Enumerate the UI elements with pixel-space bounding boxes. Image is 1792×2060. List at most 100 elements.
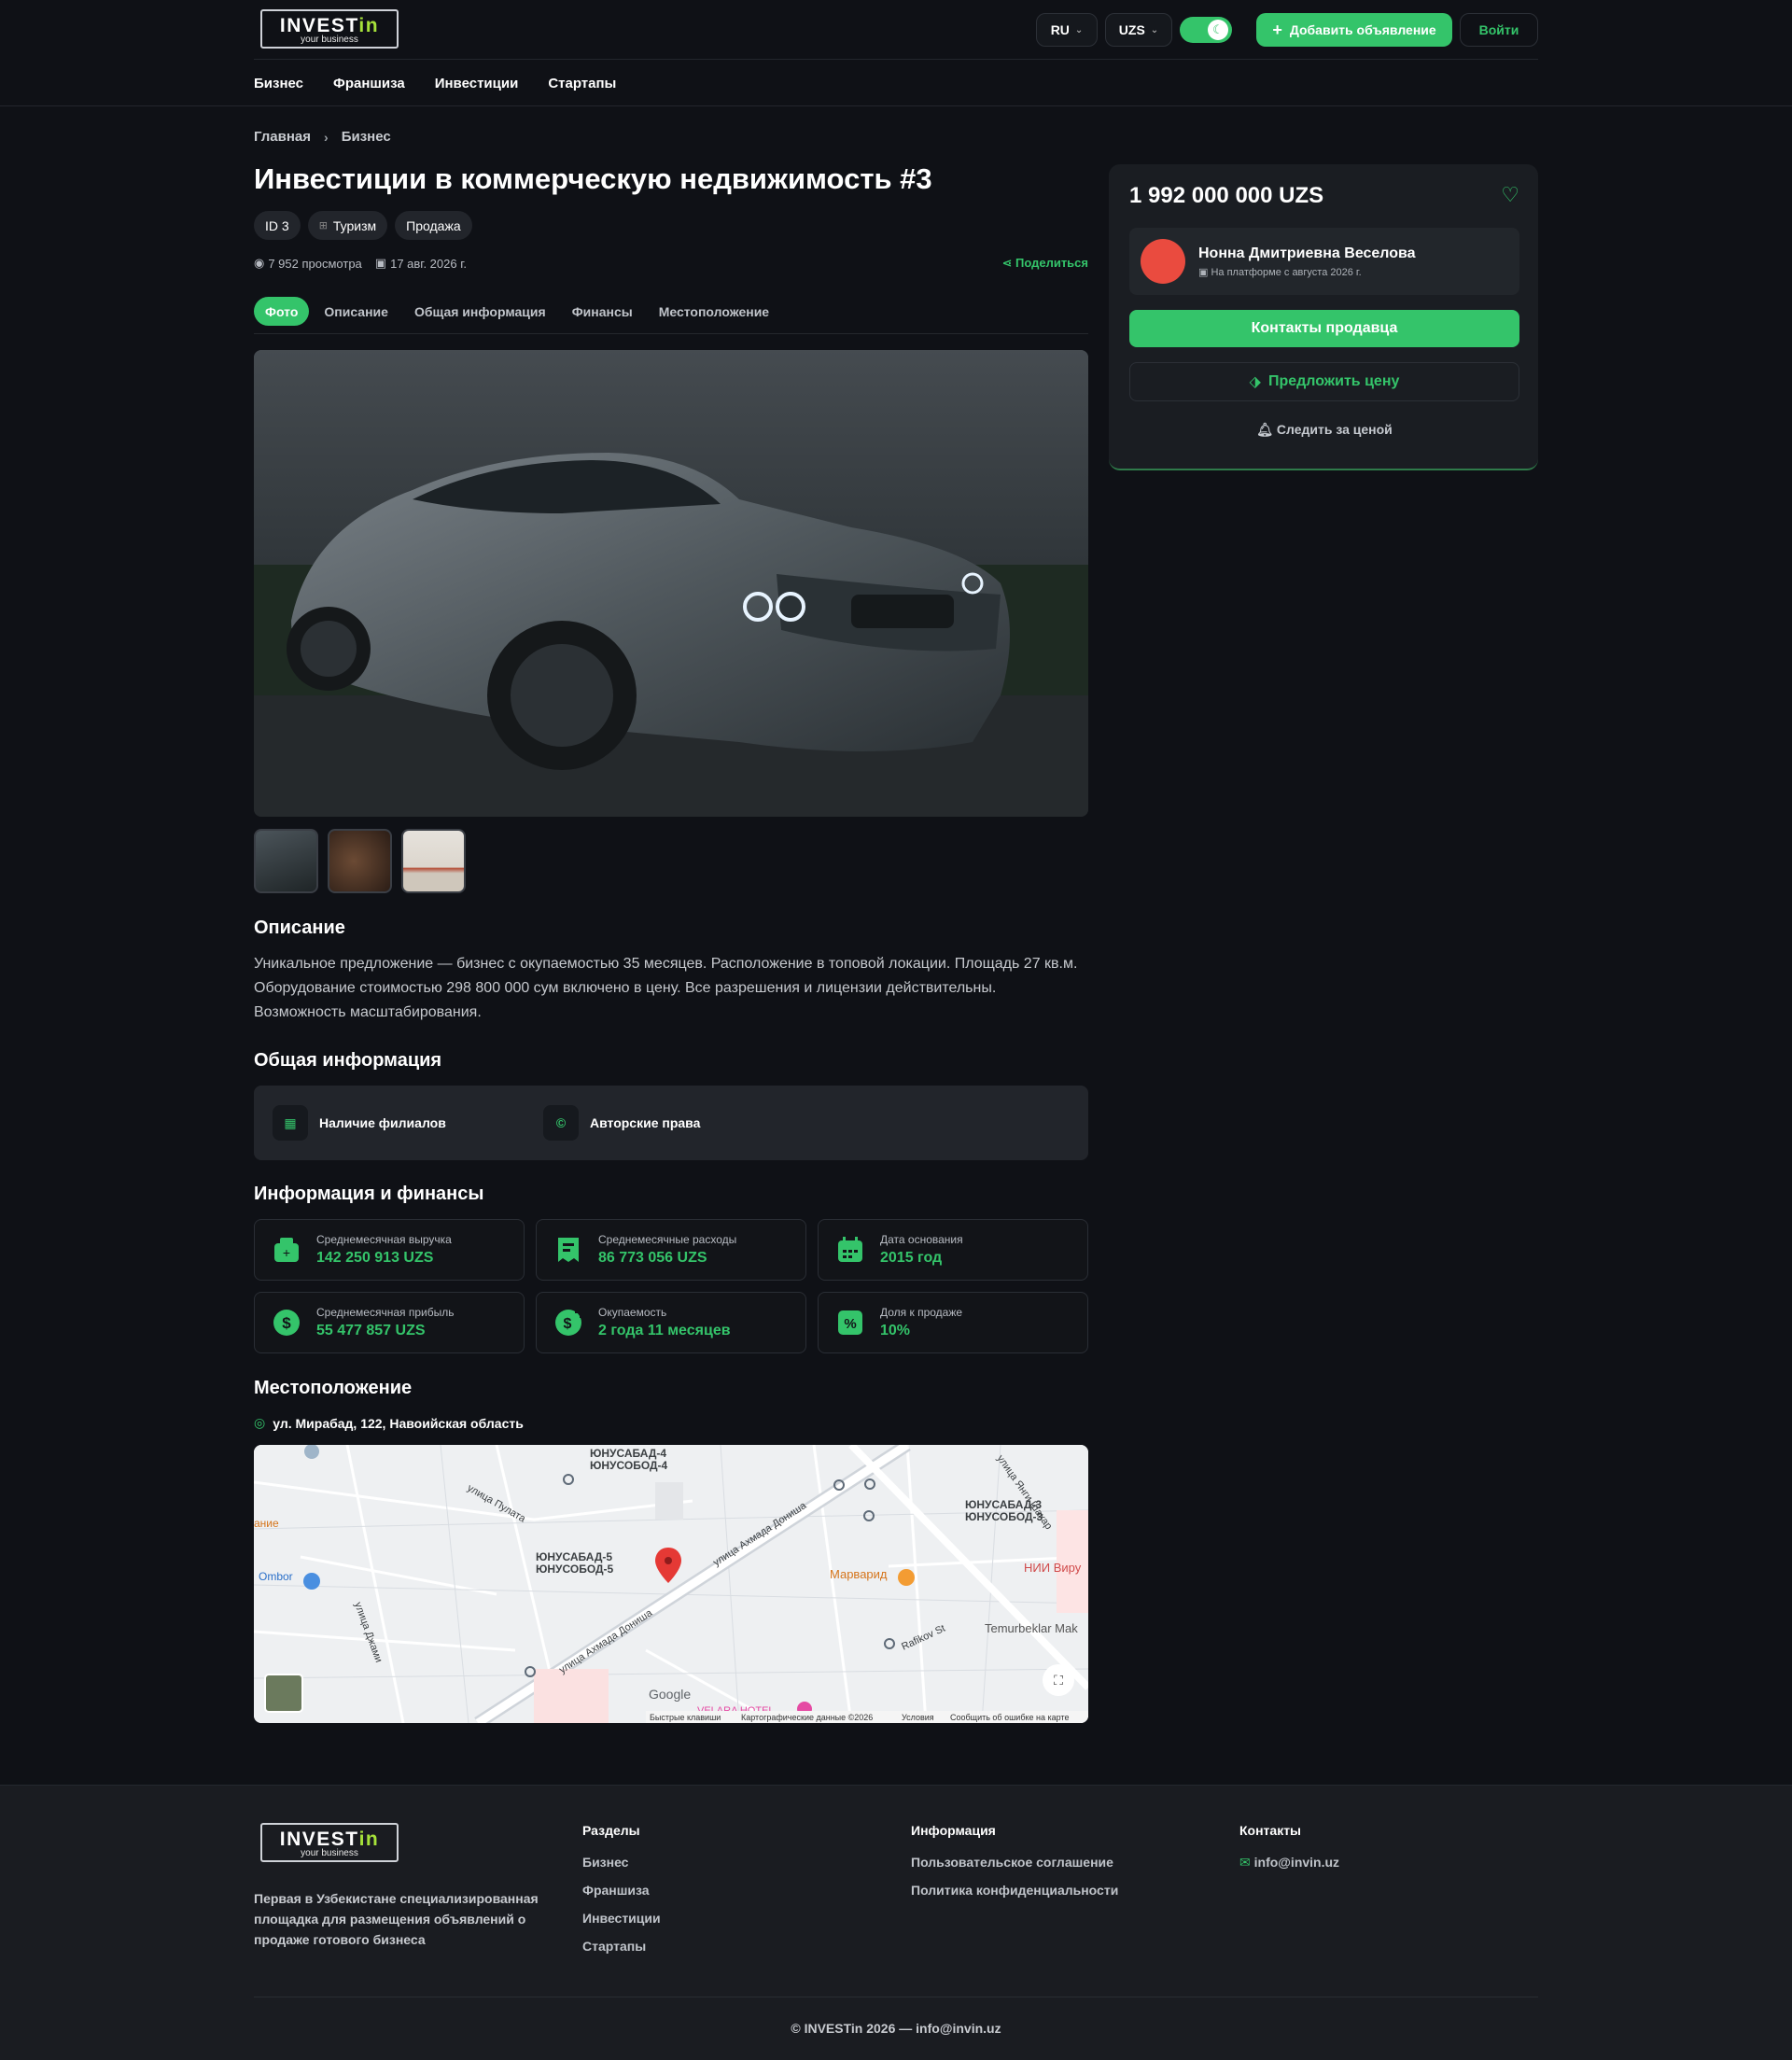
share-button[interactable]: ⋖ Поделиться: [997, 256, 1088, 271]
watch-price-button[interactable]: 🔔︎ Следить за ценой: [1129, 422, 1519, 438]
footer-link-franchise[interactable]: Франшиза: [582, 1883, 661, 1898]
theme-toggle[interactable]: ☾: [1180, 17, 1232, 43]
svg-text:Google: Google: [649, 1687, 691, 1702]
footer-email[interactable]: ✉ info@invin.uz: [1239, 1855, 1339, 1871]
svg-text:Марварид: Марварид: [830, 1567, 888, 1581]
svg-text:$: $: [282, 1314, 291, 1332]
footer-link-business[interactable]: Бизнес: [582, 1855, 661, 1870]
tab-general-info[interactable]: Общая информация: [414, 297, 546, 326]
tab-finance[interactable]: Финансы: [572, 297, 633, 326]
payback-value: 2 года 11 месяцев: [598, 1323, 731, 1338]
views-count: 7 952 просмотра: [268, 256, 362, 271]
page-title: Инвестиции в коммерческую недвижимость #…: [254, 162, 932, 195]
svg-text:Ombor: Ombor: [259, 1570, 293, 1583]
top-bar: INVESTin your business RU ⌄ UZS ⌄ ☾ + Добав…: [0, 0, 1792, 106]
chevron-down-icon: ⌄: [1074, 24, 1084, 35]
share-icon: ⋖: [1001, 256, 1015, 270]
thumbnail-room[interactable]: [401, 829, 466, 893]
logo[interactable]: INVESTin your business: [260, 9, 399, 49]
building-icon: ▦: [273, 1105, 308, 1141]
svg-text:ЮНУСОБОД-5: ЮНУСОБОД-5: [536, 1563, 614, 1576]
header-row: INVESTin your business RU ⌄ UZS ⌄ ☾ + Добав…: [254, 0, 1538, 60]
main-photo[interactable]: [254, 350, 1088, 817]
payback-label: Окупаемость: [598, 1306, 667, 1319]
tag-icon: ⬗: [1249, 374, 1261, 390]
profit-label: Среднемесячная прибыль: [316, 1306, 455, 1319]
footer-sections-title: Разделы: [582, 1823, 640, 1838]
login-button[interactable]: Войти: [1460, 13, 1538, 47]
listing-date: 17 авг. 2026 г.: [390, 256, 467, 271]
footer: INVESTin your business Первая в Узбекист…: [0, 1785, 1792, 2060]
seller-since: ▣ На платформе с августа 2026 г.: [1198, 266, 1416, 278]
footer-contacts-title: Контакты: [1239, 1823, 1302, 1838]
avatar: [1141, 239, 1185, 284]
svg-text:+: +: [283, 1245, 290, 1260]
svg-text:Temurbeklar Mak: Temurbeklar Mak: [985, 1621, 1078, 1635]
id-tag: ID 3: [254, 211, 301, 240]
breadcrumb: Главная › Бизнес: [254, 129, 391, 145]
footer-link-terms[interactable]: Пользовательское соглашение: [911, 1855, 1118, 1870]
svg-text:ЮНУСАБАД-5: ЮНУСАБАД-5: [536, 1550, 612, 1563]
finance-heading: Информация и финансы: [254, 1184, 484, 1204]
payback-icon: $: [553, 1308, 583, 1338]
footer-link-startups[interactable]: Стартапы: [582, 1939, 661, 1954]
footer-contacts: Контакты ✉ info@invin.uz: [1239, 1823, 1339, 1884]
category-tag[interactable]: ⊞ Туризм: [307, 211, 388, 240]
svg-text:Быстрые клавиши: Быстрые клавиши: [650, 1713, 721, 1722]
tab-description[interactable]: Описание: [324, 297, 388, 326]
nav-item-business[interactable]: Бизнес: [254, 76, 303, 91]
finance-card: $ Среднемесячная прибыль 55 477 857 UZS: [254, 1292, 525, 1353]
footer-link-privacy[interactable]: Политика конфиденциальности: [911, 1883, 1118, 1898]
expenses-label: Среднемесячные расходы: [598, 1233, 737, 1246]
map-canvas: ⛶ ЮНУСАБАД-4 ЮНУСОБОД-4 ЮНУСАБАД-5 ЮНУСО…: [254, 1445, 1088, 1723]
tab-photo[interactable]: Фото: [254, 297, 310, 326]
footer-info-title: Информация: [911, 1823, 996, 1838]
location-map[interactable]: ⛶ ЮНУСАБАД-4 ЮНУСОБОД-4 ЮНУСАБАД-5 ЮНУСО…: [254, 1445, 1088, 1723]
watch-price-label: Следить за ценой: [1276, 422, 1393, 437]
eye-icon: ◉: [254, 256, 265, 270]
listing-meta: ◉ 7 952 просмотра ▣ 17 авг. 2026 г.: [254, 256, 467, 271]
seller-info[interactable]: Нонна Дмитриевна Веселова ▣ На платформе…: [1129, 228, 1519, 295]
contact-seller-button[interactable]: Контакты продавца: [1129, 310, 1519, 347]
favorite-heart-icon[interactable]: ♡: [1501, 183, 1519, 207]
deal-type-tag: Продажа: [395, 211, 472, 240]
bell-icon: 🔔︎: [1256, 422, 1277, 437]
svg-text:ание: ание: [254, 1517, 279, 1530]
footer-link-investments[interactable]: Инвестиции: [582, 1911, 661, 1926]
seller-name: Нонна Дмитриевна Веселова: [1198, 245, 1416, 261]
footer-logo[interactable]: INVESTin your business: [260, 1823, 399, 1862]
feature-copyright-label: Авторские права: [590, 1115, 701, 1130]
nav-item-franchise[interactable]: Франшиза: [333, 76, 405, 91]
chevron-right-icon: ›: [324, 129, 329, 145]
offer-price-button[interactable]: ⬗ Предложить цену: [1129, 362, 1519, 401]
wallet-icon: +: [272, 1235, 301, 1265]
finance-grid: + Среднемесячная выручка 142 250 913 UZS …: [254, 1219, 1088, 1353]
share-value: 10%: [880, 1323, 911, 1338]
share-label: Доля к продаже: [880, 1306, 963, 1319]
breadcrumb-business[interactable]: Бизнес: [342, 129, 391, 145]
location-heading: Местоположение: [254, 1378, 413, 1398]
feature-branches: ▦ Наличие филиалов: [273, 1105, 543, 1141]
logo-tagline: your business: [301, 35, 358, 45]
tab-location[interactable]: Местоположение: [659, 297, 769, 326]
general-info-heading: Общая информация: [254, 1050, 442, 1071]
nav-item-investments[interactable]: Инвестиции: [435, 76, 519, 91]
id-tag-label: ID 3: [265, 217, 289, 233]
thumbnail-bread[interactable]: [328, 829, 392, 893]
offer-price-label: Предложить цену: [1267, 373, 1400, 389]
language-select[interactable]: RU ⌄: [1036, 13, 1098, 47]
thumbnail-car[interactable]: [254, 829, 318, 893]
nav-item-startups[interactable]: Стартапы: [548, 76, 616, 91]
breadcrumb-home[interactable]: Главная: [254, 129, 311, 145]
currency-select[interactable]: UZS ⌄: [1105, 13, 1172, 47]
finance-card: % Доля к продаже 10%: [818, 1292, 1088, 1353]
price-card: 1 992 000 000 UZS ♡ Нонна Дмитриевна Вес…: [1109, 164, 1538, 470]
expenses-value: 86 773 056 UZS: [598, 1250, 707, 1266]
footer-sections: Разделы Бизнес Франшиза Инвестиции Старт…: [582, 1823, 661, 1967]
founded-label: Дата основания: [880, 1233, 963, 1246]
revenue-value: 142 250 913 UZS: [316, 1250, 434, 1266]
footer-email-text: info@invin.uz: [1253, 1855, 1340, 1870]
add-listing-button[interactable]: + Добавить объявление: [1256, 13, 1452, 47]
copyright: © INVESTin 2026 — info@invin.uz: [791, 2021, 1001, 2036]
feature-copyright: © Авторские права: [543, 1105, 814, 1141]
